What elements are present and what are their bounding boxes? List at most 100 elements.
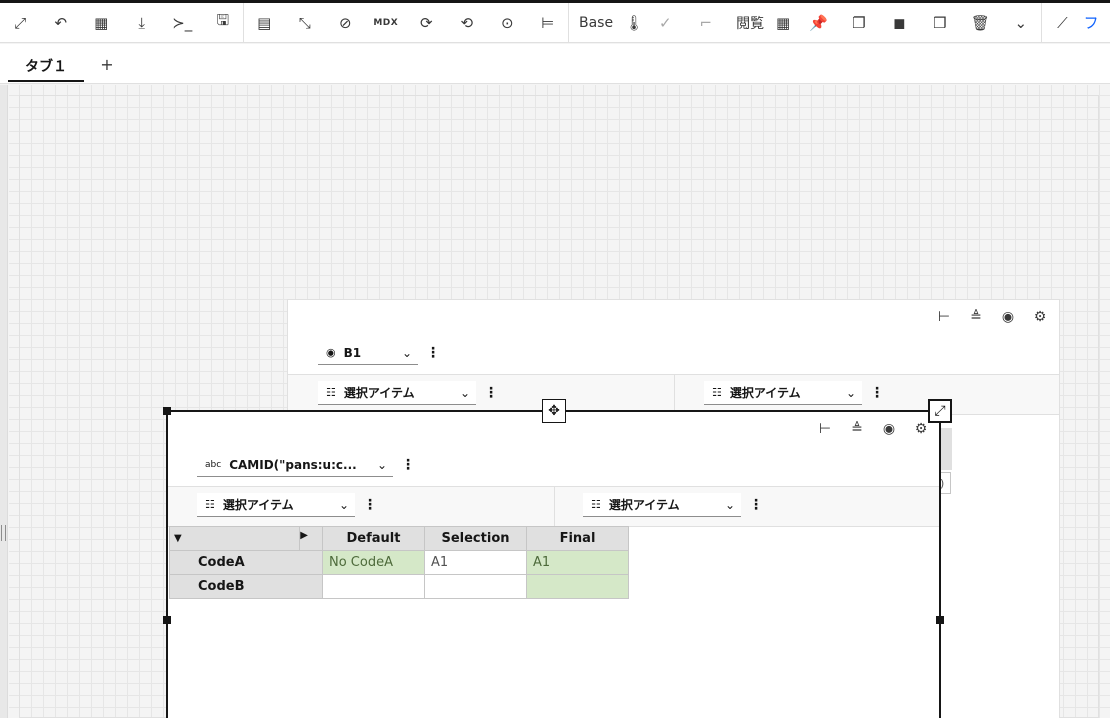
undo-icon[interactable]: ↶ — [41, 3, 82, 43]
crosstab-table: ▼ ▶ Default Selection Final CodeA No Cod… — [169, 526, 629, 599]
front-col-menu-icon[interactable]: ⋮ — [749, 493, 763, 517]
back-row-selector[interactable]: ☷ 選択アイテム ⌄ — [318, 381, 476, 405]
back-table-cell-fragment: ) — [940, 472, 951, 494]
chevron-down-icon: ⌄ — [338, 497, 349, 512]
eye-icon[interactable]: ◉ — [998, 307, 1018, 327]
table-cell[interactable] — [526, 574, 629, 599]
chevron-down-icon[interactable]: ⌄ — [1001, 3, 1042, 43]
corner-icon[interactable]: ⌐ — [686, 3, 727, 43]
back-table-header-fragment — [940, 428, 952, 470]
list-icon: ☷ — [591, 498, 601, 511]
tab-bar: タブ１ + — [0, 44, 1110, 84]
row-header-codeb[interactable]: CodeB — [169, 574, 323, 599]
table-cell[interactable]: No CodeA — [322, 550, 425, 575]
text-type-icon: abc — [205, 459, 222, 470]
front-widget-icons: ⊢ ≜ ◉ ⚙ — [815, 419, 931, 439]
front-row-selector-label: 選択アイテム — [222, 498, 294, 512]
band-divider — [674, 375, 675, 415]
gutter-drag-handle-icon[interactable] — [1, 525, 6, 541]
collapse-triangle-icon[interactable]: ▼ — [174, 533, 182, 544]
back-widget-icons: ⊢ ≜ ◉ ⚙ — [934, 307, 1050, 327]
back-dimension-label: B1 — [343, 345, 362, 360]
move-handle-icon[interactable]: ✥ — [542, 399, 566, 423]
align-icon[interactable]: ≜ — [966, 307, 986, 327]
column-header-selection[interactable]: Selection — [424, 526, 527, 551]
download-icon[interactable]: ⤓ — [122, 3, 163, 43]
front-row-menu-icon[interactable]: ⋮ — [363, 493, 377, 517]
table-icon[interactable]: ▤ — [244, 3, 285, 43]
chevron-down-icon: ⌄ — [376, 457, 387, 472]
refresh-icon[interactable]: ⟳ — [406, 3, 447, 43]
chevron-down-icon: ⌄ — [401, 345, 412, 360]
table-cell[interactable]: A1 — [526, 550, 629, 575]
hierarchy-tree-icon[interactable]: ⊢ — [934, 307, 954, 327]
pin-icon[interactable]: 📌 — [798, 3, 839, 43]
gear-icon[interactable]: ⚙ — [1030, 307, 1050, 327]
save-icon[interactable]: 🖫 — [203, 3, 244, 43]
grid-icon[interactable]: ▦ — [768, 3, 798, 43]
left-panel-gutter[interactable] — [0, 85, 8, 718]
toolbar: ⤢ ↶ ▦ ⤓ ≻_ 🖫 ▤ ⤡ ⊘ MDX ⟳ ⟲ ⊙ ⊨ Base 🌡 ✓ … — [0, 2, 1110, 43]
focus-icon[interactable]: ⊙ — [487, 3, 528, 43]
chevron-down-icon: ⌄ — [845, 385, 856, 400]
base-button[interactable]: Base — [569, 3, 623, 43]
mdx-icon[interactable]: MDX — [366, 3, 407, 43]
fit-screen-icon[interactable]: ⤢ — [0, 3, 41, 43]
list-icon: ☷ — [205, 498, 215, 511]
front-dimension-menu-icon[interactable]: ⋮ — [401, 453, 415, 477]
table-cell[interactable]: A1 — [424, 550, 527, 575]
back-dimension-selector[interactable]: ◉ B1 ⌄ — [318, 341, 418, 365]
chevron-down-icon: ⌄ — [459, 385, 470, 400]
send-back-icon[interactable]: ❒ — [920, 3, 961, 43]
align-icon[interactable]: ≜ — [847, 419, 867, 439]
front-dimension-selector[interactable]: abc CAMID("pans:u:c... ⌄ — [197, 453, 393, 477]
expand-triangle-icon[interactable]: ▶ — [300, 530, 308, 541]
tab-1[interactable]: タブ１ — [8, 52, 84, 82]
table-corner-cell[interactable]: ▼ ▶ — [169, 526, 323, 551]
table-row: CodeB — [169, 574, 629, 599]
column-header-default[interactable]: Default — [322, 526, 425, 551]
front-dimension-label: CAMID("pans:u:c... — [229, 457, 357, 472]
front-row-selector[interactable]: ☷ 選択アイテム ⌄ — [197, 493, 355, 517]
back-row-menu-icon[interactable]: ⋮ — [484, 381, 498, 405]
back-dimension-menu-icon[interactable]: ⋮ — [426, 341, 440, 365]
band-divider — [554, 487, 555, 527]
target-icon: ◉ — [326, 346, 336, 359]
hierarchy-icon[interactable]: ⊨ — [528, 3, 569, 43]
terminal-icon[interactable]: ≻_ — [162, 3, 203, 43]
bring-front-icon[interactable]: ◼ — [879, 3, 920, 43]
chevron-down-icon: ⌄ — [724, 497, 735, 512]
hide-icon[interactable]: ⊘ — [325, 3, 366, 43]
table-row: CodeA No CodeA A1 A1 — [169, 550, 629, 575]
back-col-menu-icon[interactable]: ⋮ — [870, 381, 884, 405]
front-col-selector-label: 選択アイテム — [608, 498, 680, 512]
delete-icon[interactable]: 🗑 — [960, 3, 1001, 43]
hierarchy-tree-icon[interactable]: ⊢ — [815, 419, 835, 439]
list-icon: ☷ — [712, 386, 722, 399]
more-icon[interactable]: フ — [1083, 3, 1099, 43]
row-header-codea[interactable]: CodeA — [169, 550, 323, 575]
front-col-selector[interactable]: ☷ 選択アイテム ⌄ — [583, 493, 741, 517]
browse-button[interactable]: 閲覧 — [726, 3, 768, 43]
chart-icon[interactable]: ⟋ — [1042, 3, 1083, 43]
thermometer-icon[interactable]: 🌡 — [623, 3, 645, 43]
back-row-selector-label: 選択アイテム — [343, 386, 415, 400]
expand-widget-icon[interactable]: ⤢ — [928, 399, 952, 423]
back-col-selector[interactable]: ☷ 選択アイテム ⌄ — [704, 381, 862, 405]
resize-handle-left[interactable] — [163, 616, 171, 624]
crosstab-icon[interactable]: ▦ — [81, 3, 122, 43]
eye-icon[interactable]: ◉ — [879, 419, 899, 439]
table-cell[interactable] — [322, 574, 425, 599]
refresh-settings-icon[interactable]: ⟲ — [447, 3, 488, 43]
copy-icon[interactable]: ❐ — [839, 3, 880, 43]
resize-handle-top-left[interactable] — [163, 407, 171, 415]
table-cell[interactable] — [424, 574, 527, 599]
table-header-row: ▼ ▶ Default Selection Final — [169, 526, 629, 551]
resize-handle-right[interactable] — [936, 616, 944, 624]
column-header-final[interactable]: Final — [526, 526, 629, 551]
list-icon: ☷ — [326, 386, 336, 399]
check-circle-icon[interactable]: ✓ — [645, 3, 686, 43]
back-col-selector-label: 選択アイテム — [729, 386, 801, 400]
add-tab-button[interactable]: + — [96, 52, 118, 76]
resize-icon[interactable]: ⤡ — [285, 3, 326, 43]
